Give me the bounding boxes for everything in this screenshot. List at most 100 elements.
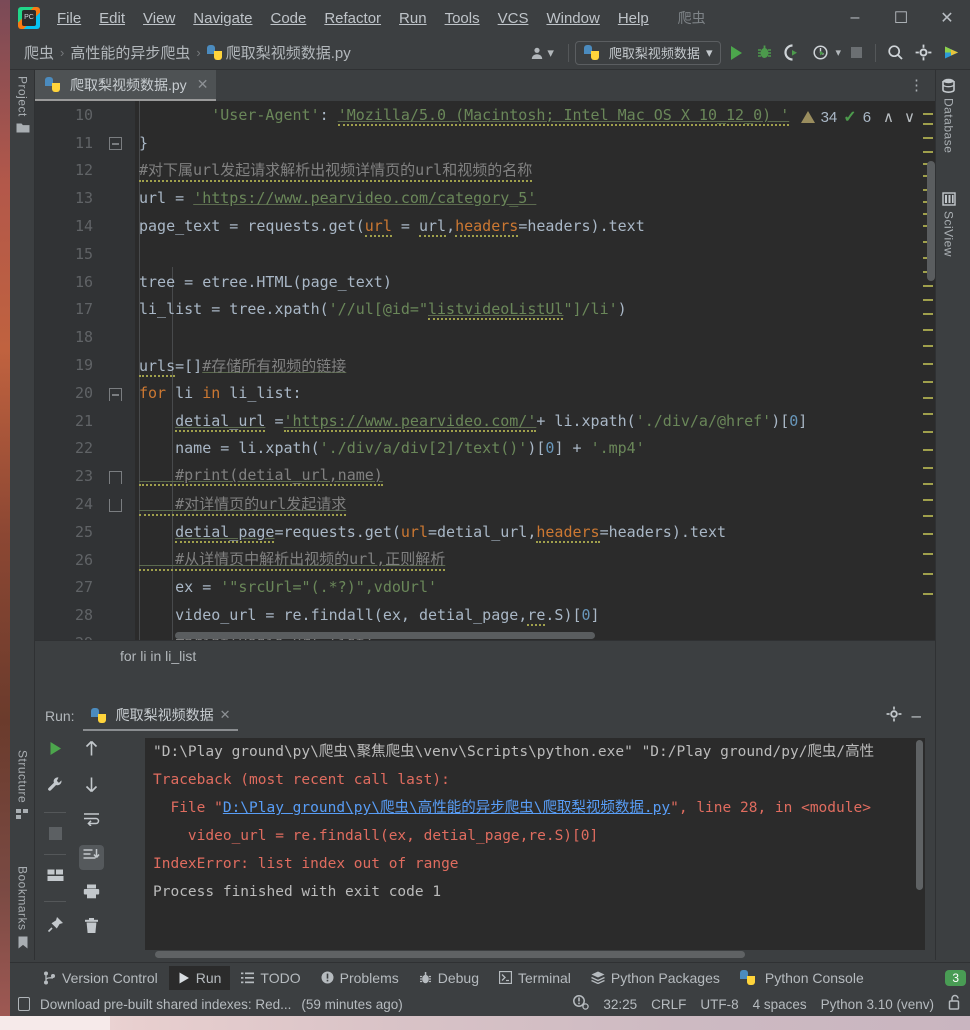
pin-icon[interactable] bbox=[47, 916, 64, 938]
code-editor[interactable]: 10 11 12 13 14 15 16 17 18 19 20 21 22 2… bbox=[35, 101, 935, 670]
editor-breadcrumb-text[interactable]: for li in li_list bbox=[120, 648, 196, 664]
indexes-icon bbox=[18, 997, 30, 1011]
status-message[interactable]: Download pre-built shared indexes: Red..… bbox=[40, 997, 291, 1012]
wrench-icon[interactable] bbox=[47, 776, 64, 798]
tool-window-python-packages[interactable]: Python Packages bbox=[582, 966, 729, 990]
branch-icon bbox=[43, 971, 56, 985]
console-output[interactable]: "D:\Play ground\py\爬虫\聚焦爬虫\venv\Scripts\… bbox=[145, 738, 925, 950]
run-button[interactable] bbox=[723, 40, 749, 66]
debug-button[interactable] bbox=[751, 40, 777, 66]
run-panel-settings-gear-icon[interactable] bbox=[886, 706, 902, 727]
layout-icon[interactable] bbox=[47, 869, 64, 887]
prev-problem-icon[interactable]: ∧ bbox=[883, 108, 894, 126]
menu-view[interactable]: View bbox=[134, 6, 184, 31]
updates-icon[interactable] bbox=[938, 40, 964, 66]
tool-window-python-console[interactable]: Python Console bbox=[731, 966, 873, 990]
menu-tools[interactable]: Tools bbox=[436, 6, 489, 31]
soft-wrap-icon[interactable] bbox=[83, 812, 100, 831]
editor-marker-bar[interactable] bbox=[921, 101, 935, 670]
tool-window-debug[interactable]: Debug bbox=[410, 966, 488, 990]
menu-edit[interactable]: Edit bbox=[90, 6, 134, 31]
editor-vertical-scrollbar[interactable] bbox=[927, 161, 935, 281]
run-panel-tab[interactable]: 爬取梨视频数据 ✕ bbox=[83, 701, 239, 731]
menu-file[interactable]: File bbox=[48, 6, 90, 31]
toolbar-divider bbox=[568, 44, 569, 62]
print-icon[interactable] bbox=[83, 884, 100, 904]
breadcrumb-item-folder[interactable]: 高性能的异步爬虫 bbox=[70, 42, 190, 63]
unlocked-icon[interactable] bbox=[948, 994, 962, 1015]
sidebar-item-project[interactable]: Project bbox=[10, 76, 35, 134]
tool-window-todo[interactable]: TODO bbox=[232, 966, 309, 990]
tool-window-debug-label: Debug bbox=[438, 970, 479, 986]
menu-refactor-label: Refactor bbox=[324, 10, 381, 27]
maximize-button[interactable]: ☐ bbox=[878, 0, 924, 36]
console-line-traceback: Traceback (most recent call last): bbox=[145, 766, 925, 794]
menu-navigate[interactable]: Navigate bbox=[184, 6, 261, 31]
sidebar-item-sciview[interactable]: SciView bbox=[936, 192, 961, 257]
run-panel-header-actions: – bbox=[886, 706, 935, 727]
run-config-caret-icon: ▾ bbox=[706, 45, 713, 61]
run-panel-header: Run: 爬取梨视频数据 ✕ – bbox=[35, 700, 935, 732]
next-problem-icon[interactable]: ∨ bbox=[904, 108, 915, 126]
pycharm-logo-icon bbox=[18, 7, 40, 29]
settings-gear-icon[interactable] bbox=[910, 40, 936, 66]
code-line-12: #对下属url发起请求解析出视频详情页的url和视频的名称 bbox=[139, 159, 532, 182]
menu-refactor[interactable]: Refactor bbox=[315, 6, 390, 31]
status-message-time: (59 minutes ago) bbox=[301, 997, 402, 1012]
sidebar-item-structure[interactable]: Structure bbox=[10, 750, 35, 821]
inspection-widget[interactable]: 34 ✓ 6 ∧ ∨ bbox=[797, 105, 919, 129]
caret-position[interactable]: 32:25 bbox=[603, 997, 637, 1012]
user-account-icon[interactable]: ▾ bbox=[522, 45, 562, 61]
profile-caret-icon[interactable]: ▾ bbox=[835, 46, 841, 59]
python-interpreter[interactable]: Python 3.10 (venv) bbox=[821, 997, 934, 1012]
line-separator[interactable]: CRLF bbox=[651, 997, 686, 1012]
indent-setting[interactable]: 4 spaces bbox=[753, 997, 807, 1012]
window-project-name: 爬虫 bbox=[678, 8, 706, 28]
sidebar-item-database[interactable]: Database bbox=[936, 78, 961, 153]
scroll-to-end-icon[interactable] bbox=[79, 845, 104, 870]
menu-code[interactable]: Code bbox=[261, 6, 315, 31]
stop-button[interactable] bbox=[843, 40, 869, 66]
folder-icon bbox=[16, 122, 30, 134]
notification-badge[interactable]: 3 bbox=[945, 970, 966, 986]
code-line-13: url = 'https://www.pearvideo.com/categor… bbox=[139, 189, 536, 207]
menu-bar: File Edit View Navigate Code Refactor Ru… bbox=[10, 0, 970, 36]
up-arrow-icon[interactable] bbox=[84, 740, 99, 762]
tool-window-run[interactable]: Run bbox=[169, 966, 231, 990]
menu-help[interactable]: Help bbox=[609, 6, 658, 31]
run-panel-minimize-icon[interactable]: – bbox=[912, 706, 921, 726]
rerun-icon[interactable] bbox=[47, 740, 64, 762]
tool-window-problems-label: Problems bbox=[340, 970, 399, 986]
sidebar-item-bookmarks[interactable]: Bookmarks bbox=[10, 866, 35, 950]
breadcrumb-item-project[interactable]: 爬虫 bbox=[24, 42, 54, 63]
editor-horizontal-scrollbar[interactable] bbox=[175, 632, 595, 639]
tool-window-problems[interactable]: Problems bbox=[312, 966, 408, 990]
code-line-14: page_text = requests.get(url = url,heade… bbox=[139, 217, 645, 235]
menu-window[interactable]: Window bbox=[537, 6, 608, 31]
run-with-coverage-button[interactable] bbox=[779, 40, 805, 66]
tool-window-version-control[interactable]: Version Control bbox=[34, 966, 167, 990]
close-button[interactable]: ✕ bbox=[924, 0, 970, 36]
console-vertical-scrollbar[interactable] bbox=[916, 740, 923, 890]
stop-icon[interactable] bbox=[49, 827, 62, 840]
console-file-link[interactable]: D:\Play ground\py\爬虫\高性能的异步爬虫\爬取梨视频数据.py bbox=[223, 800, 670, 816]
profile-button[interactable] bbox=[807, 40, 833, 66]
inspection-profile-icon[interactable] bbox=[572, 994, 589, 1015]
menu-vcs[interactable]: VCS bbox=[489, 6, 538, 31]
run-tab-close-icon[interactable]: ✕ bbox=[220, 707, 231, 723]
sidebar-item-bookmarks-label: Bookmarks bbox=[16, 866, 30, 931]
editor-tab-options-icon[interactable]: ⋮ bbox=[909, 76, 925, 94]
editor-tab-active[interactable]: 爬取梨视频数据.py ✕ bbox=[35, 70, 216, 101]
search-icon[interactable] bbox=[882, 40, 908, 66]
breadcrumb-item-file[interactable]: 爬取梨视频数据.py bbox=[226, 42, 351, 63]
tool-window-terminal[interactable]: Terminal bbox=[490, 966, 580, 990]
console-horizontal-scrollbar[interactable] bbox=[155, 951, 745, 958]
trash-icon[interactable] bbox=[84, 918, 99, 939]
minimize-button[interactable]: – bbox=[832, 0, 878, 36]
left-tool-strip: Project Structure Bookmarks bbox=[10, 70, 35, 960]
run-configuration-selector[interactable]: 爬取梨视频数据 ▾ bbox=[575, 41, 722, 65]
file-encoding[interactable]: UTF-8 bbox=[700, 997, 738, 1012]
editor-tab-close-icon[interactable]: ✕ bbox=[197, 76, 209, 93]
down-arrow-icon[interactable] bbox=[84, 776, 99, 798]
menu-run[interactable]: Run bbox=[390, 6, 436, 31]
